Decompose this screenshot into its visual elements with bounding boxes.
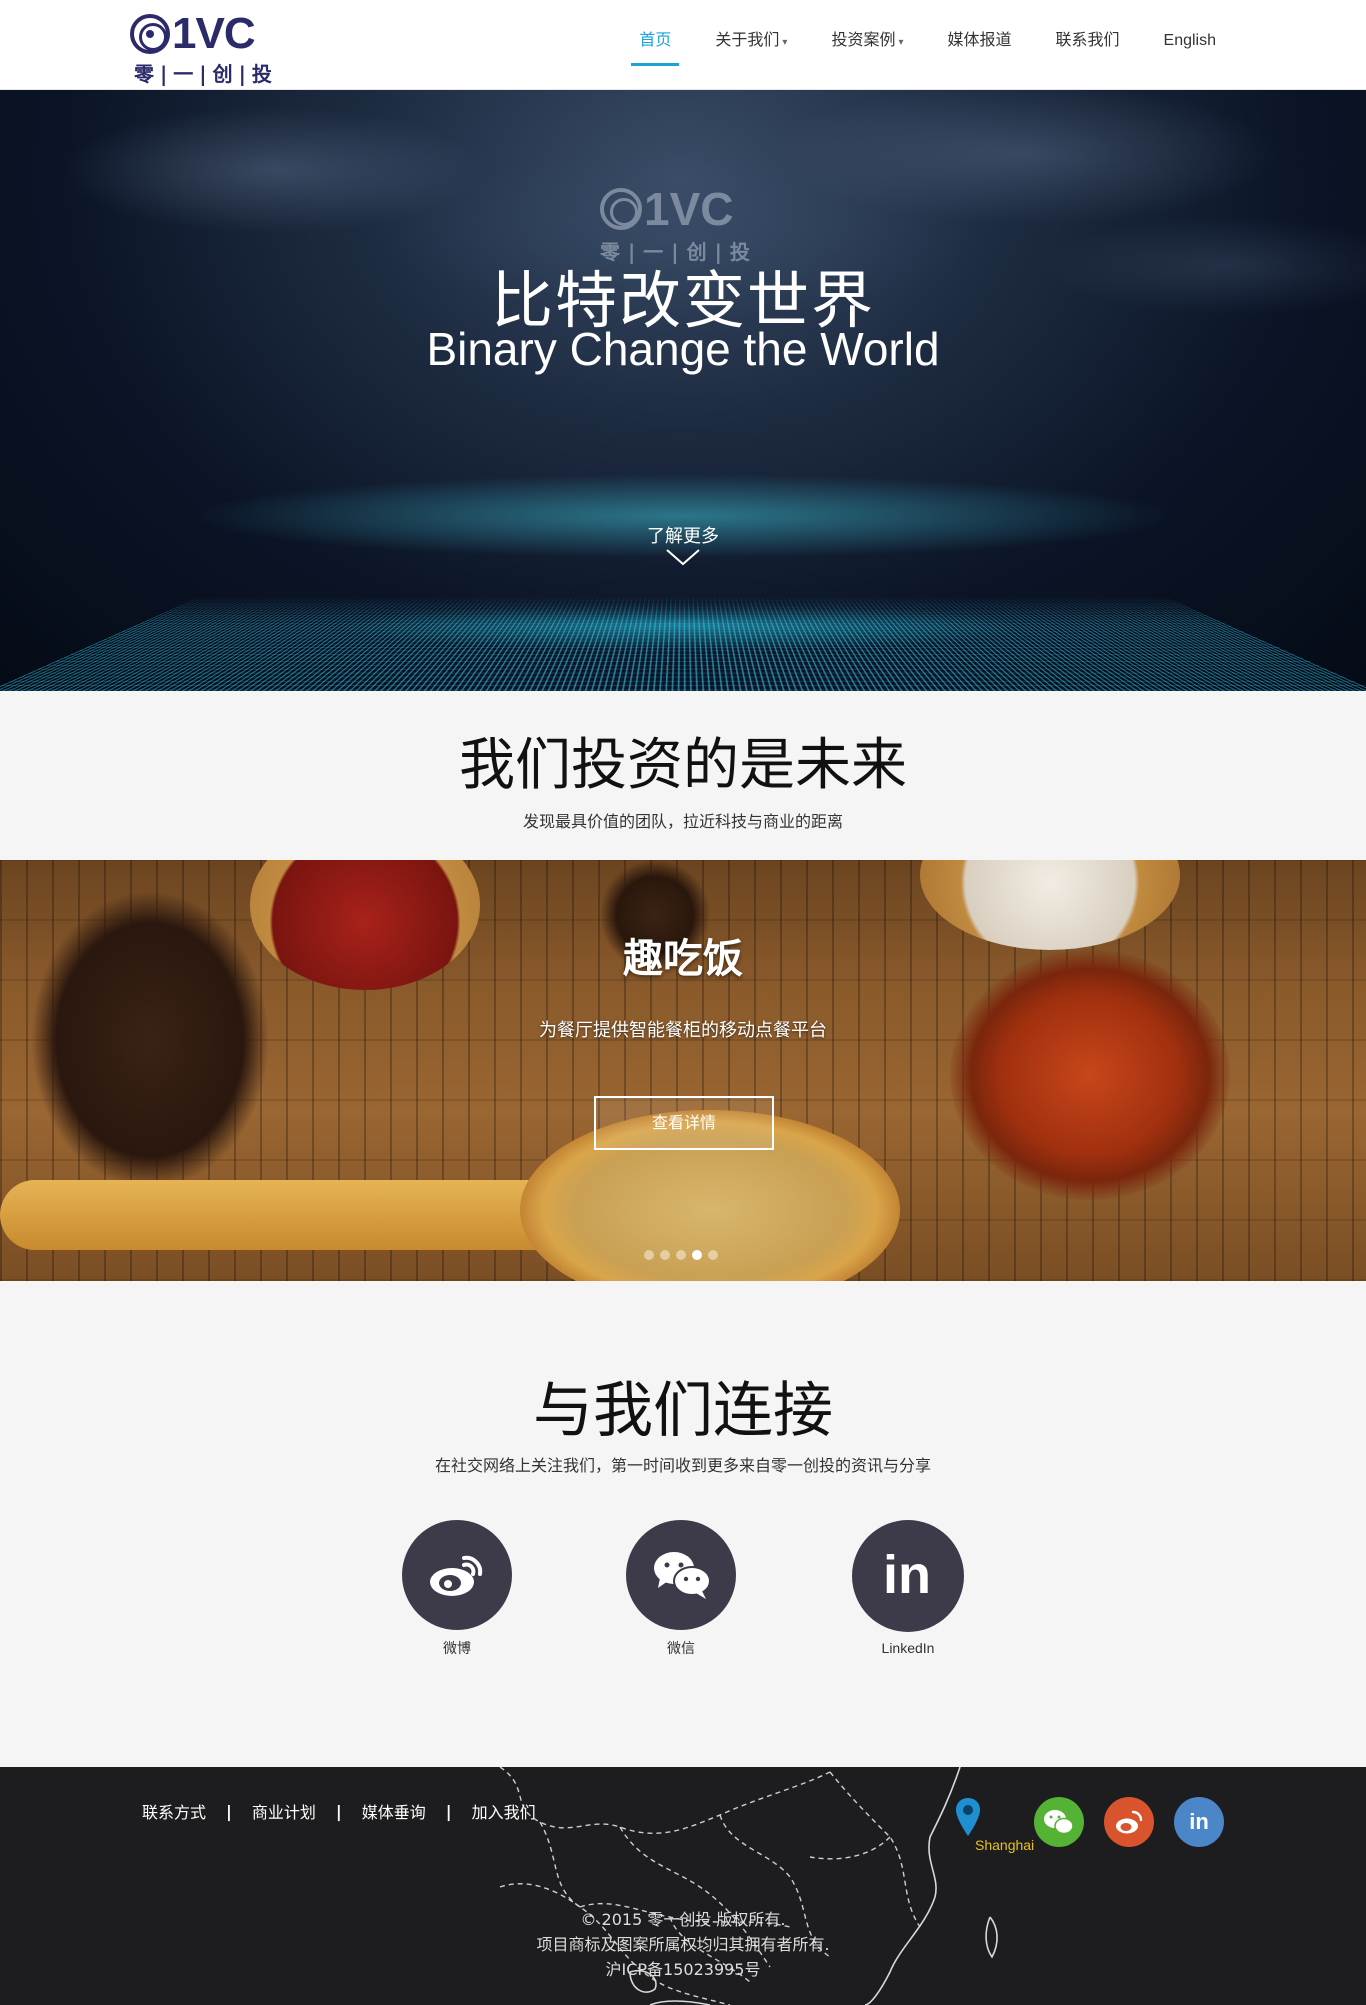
- invest-subtitle: 发现最具价值的团队，拉近科技与商业的距离: [522, 812, 843, 831]
- hero-logo-ring-icon: [600, 188, 642, 230]
- chevron-down-icon[interactable]: [665, 548, 701, 566]
- weibo-icon: [430, 1555, 483, 1596]
- carousel-dot[interactable]: [644, 1250, 654, 1260]
- footer-link-media[interactable]: 媒体垂询: [362, 1799, 426, 1823]
- carousel-dot[interactable]: [708, 1250, 718, 1260]
- footer-link-join[interactable]: 加入我们: [472, 1799, 536, 1823]
- connect-title: 与我们连接: [533, 1376, 833, 1446]
- carousel-dots: [644, 1250, 718, 1260]
- carousel-dot[interactable]: [676, 1250, 686, 1260]
- nav-english[interactable]: English: [1164, 0, 1216, 90]
- copyright-block: © 2015 零一创投 版权所有. 项目商标及图案所属权均归其拥有者所有. 沪I…: [0, 1907, 1366, 1982]
- footer-linkedin-button[interactable]: in: [1174, 1797, 1224, 1847]
- linkedin-icon: in: [883, 1545, 931, 1605]
- footer-link-contact[interactable]: 联系方式: [142, 1799, 206, 1823]
- trademark-text: 项目商标及图案所属权均归其拥有者所有.: [536, 1935, 830, 1954]
- social-linkedin[interactable]: in LinkedIn: [852, 1520, 964, 1656]
- site-header: 1 VC 零|一|创|投 首页 关于我们 ▾ 投资案例 ▾ 媒体报道 联系我们 En…: [0, 0, 1366, 90]
- hero-title-en: Binary Change the World: [426, 323, 940, 375]
- connect-subtitle: 在社交网络上关注我们，第一时间收到更多来自零一创投的资讯与分享: [434, 1456, 931, 1475]
- wechat-icon: [1044, 1810, 1074, 1835]
- chili-image: [950, 950, 1230, 1200]
- nav-contact[interactable]: 联系我们: [1056, 0, 1120, 90]
- slide-title: 趣吃饭: [623, 936, 743, 982]
- logo-mark: 1 VC: [130, 12, 280, 56]
- site-logo[interactable]: 1 VC 零|一|创|投: [130, 12, 280, 86]
- nav-media[interactable]: 媒体报道: [947, 0, 1011, 90]
- social-label: LinkedIn: [881, 1640, 935, 1656]
- map-label: Shanghai: [975, 1837, 1035, 1853]
- carousel-dot-active[interactable]: [692, 1250, 702, 1260]
- view-details-button[interactable]: 查看详情: [594, 1096, 774, 1150]
- hero-binary-wave: [0, 596, 1366, 691]
- learn-more-link[interactable]: 了解更多: [0, 522, 1366, 548]
- footer-links: 联系方式 | 商业计划 | 媒体垂询 | 加入我们: [142, 1799, 536, 1823]
- invest-title: 我们投资的是未来: [459, 733, 907, 798]
- icp-text: 沪ICP备15023995号: [605, 1960, 761, 1979]
- caret-down-icon: ▾: [782, 37, 788, 48]
- weibo-icon: [1116, 1810, 1143, 1834]
- main-nav: 首页 关于我们 ▾ 投资案例 ▾ 媒体报道 联系我们 English: [595, 0, 1216, 90]
- nav-about[interactable]: 关于我们 ▾: [715, 0, 787, 90]
- logo-subtitle: 零|一|创|投: [134, 62, 278, 86]
- map-pin-icon: [956, 1798, 980, 1836]
- footer-link-bp[interactable]: 商业计划: [252, 1799, 316, 1823]
- footer-separator: |: [445, 1801, 452, 1821]
- footer-wechat-button[interactable]: [1034, 1797, 1084, 1847]
- footer-separator: |: [335, 1801, 342, 1821]
- caret-down-icon: ▾: [898, 37, 904, 48]
- carousel-dot[interactable]: [660, 1250, 670, 1260]
- social-wechat[interactable]: 微信: [625, 1520, 737, 1658]
- hero-banner: 1 VC 零|一|创|投: [0, 90, 1366, 691]
- social-label: 微博: [443, 1641, 471, 1657]
- wechat-icon: [654, 1552, 711, 1599]
- nav-cases[interactable]: 投资案例 ▾: [831, 0, 903, 90]
- slide-subtitle: 为餐厅提供智能餐柜的移动点餐平台: [539, 1020, 827, 1041]
- site-footer: 联系方式 | 商业计划 | 媒体垂询 | 加入我们 Shanghai in © …: [0, 1767, 1366, 2005]
- social-label: 微信: [667, 1641, 695, 1657]
- footer-separator: |: [226, 1801, 232, 1821]
- copyright-text: © 2015 零一创投 版权所有.: [580, 1910, 786, 1929]
- nav-home[interactable]: 首页: [631, 0, 680, 90]
- logo-ring-icon: [130, 14, 170, 54]
- portfolio-carousel[interactable]: [0, 860, 1366, 1281]
- social-weibo[interactable]: 微博: [401, 1520, 513, 1658]
- footer-weibo-button[interactable]: [1104, 1797, 1154, 1847]
